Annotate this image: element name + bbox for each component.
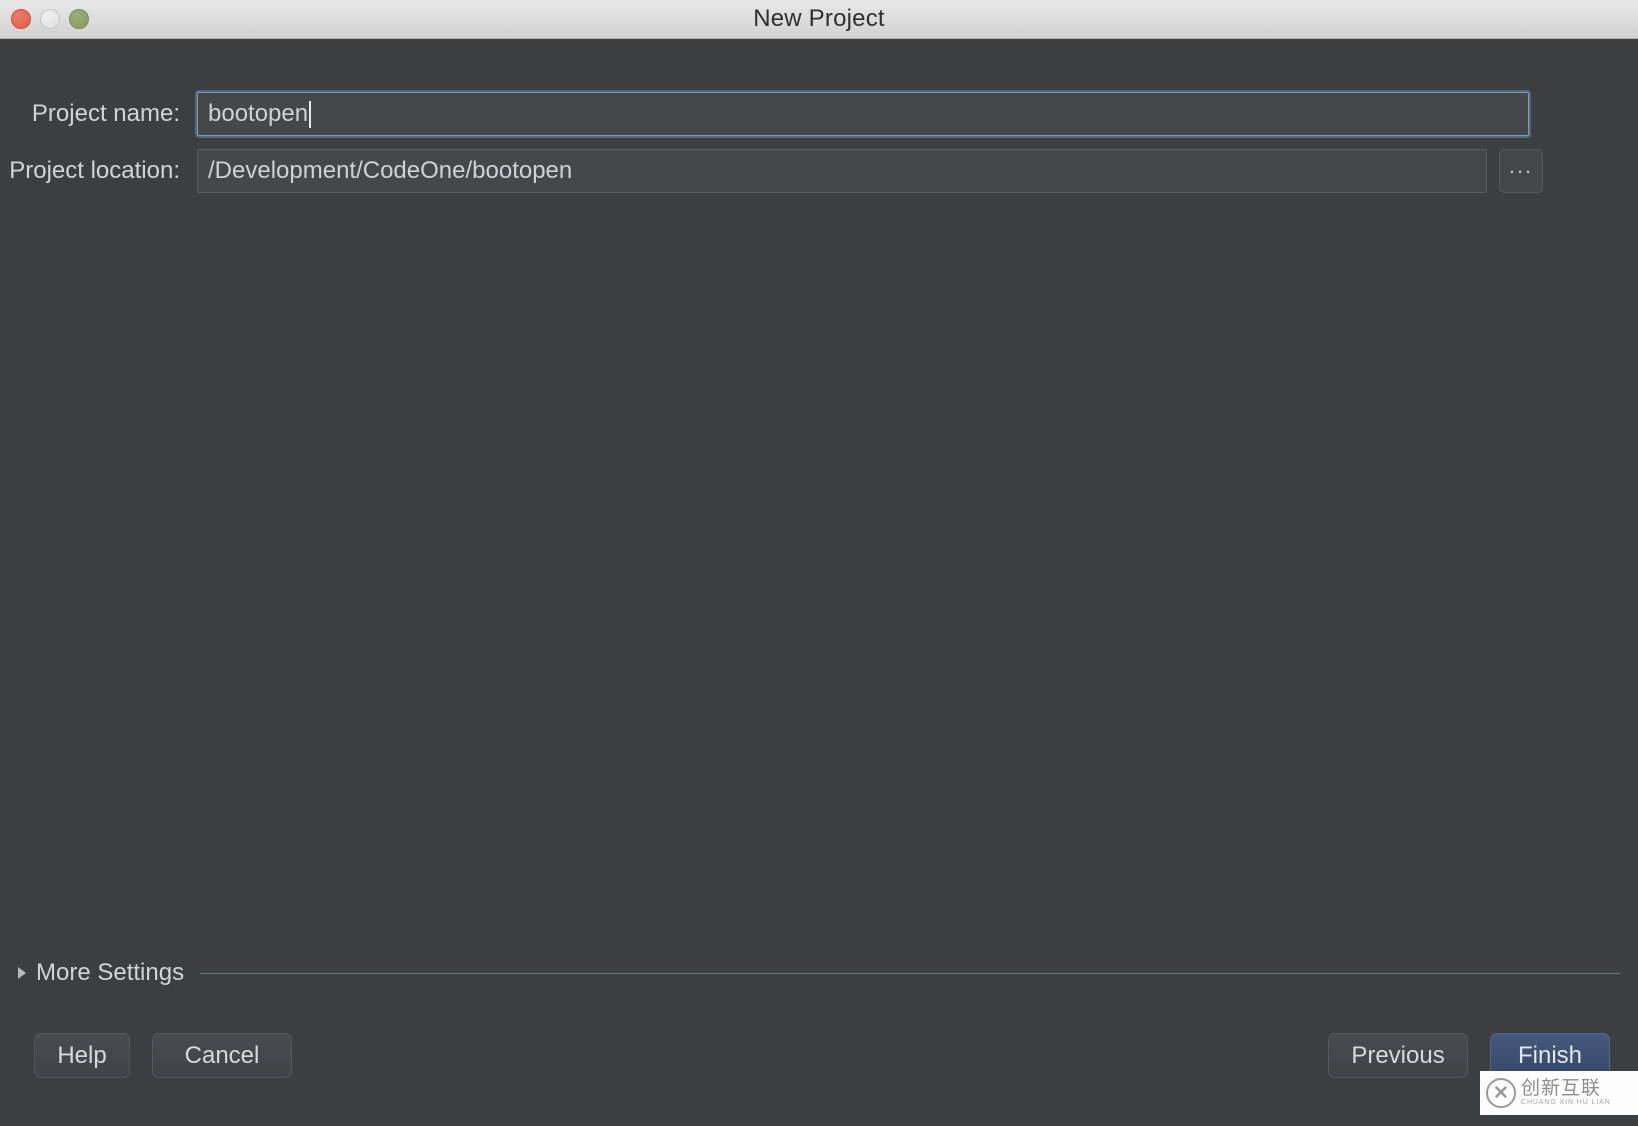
more-settings-section[interactable]: More Settings xyxy=(18,959,1620,987)
project-location-row: Project location: /Development/CodeOne/b… xyxy=(0,149,1638,193)
close-button[interactable] xyxy=(11,9,31,29)
watermark-chinese: 创新互联 xyxy=(1521,1077,1602,1099)
text-caret xyxy=(309,100,312,128)
watermark-pinyin: CHUANG XIN HU LIAN xyxy=(1521,1098,1611,1106)
new-project-dialog: New Project Project name: bootopen Proje… xyxy=(0,0,1638,1126)
section-divider xyxy=(200,972,1620,974)
zoom-button[interactable] xyxy=(69,9,89,29)
window-controls xyxy=(11,0,89,38)
project-name-value: bootopen xyxy=(208,100,309,127)
project-name-label: Project name: xyxy=(31,100,180,127)
watermark-text: 创新互联 CHUANG XIN HU LIAN xyxy=(1521,1077,1611,1107)
title-bar: New Project xyxy=(0,0,1638,39)
project-location-input[interactable]: /Development/CodeOne/bootopen xyxy=(197,149,1487,193)
minimize-button[interactable] xyxy=(40,9,60,29)
previous-button[interactable]: Previous xyxy=(1328,1033,1468,1078)
triangle-right-icon[interactable] xyxy=(18,967,26,979)
project-name-row: Project name: bootopen xyxy=(0,92,1638,136)
project-name-input[interactable]: bootopen xyxy=(197,92,1529,136)
project-location-value: /Development/CodeOne/bootopen xyxy=(208,157,573,184)
watermark: ✕ 创新互联 CHUANG XIN HU LIAN xyxy=(1480,1071,1638,1115)
cancel-button[interactable]: Cancel xyxy=(152,1033,292,1078)
dialog-buttons-left: Help Cancel xyxy=(34,1033,292,1078)
window-title: New Project xyxy=(753,5,885,32)
project-location-label: Project location: xyxy=(9,157,180,184)
browse-folder-button[interactable]: ... xyxy=(1499,149,1543,193)
x-circle-logo: ✕ xyxy=(1486,1078,1516,1108)
help-button[interactable]: Help xyxy=(34,1033,130,1078)
more-settings-label: More Settings xyxy=(36,959,185,986)
dialog-content: Project name: bootopen Project location:… xyxy=(0,39,1638,1126)
